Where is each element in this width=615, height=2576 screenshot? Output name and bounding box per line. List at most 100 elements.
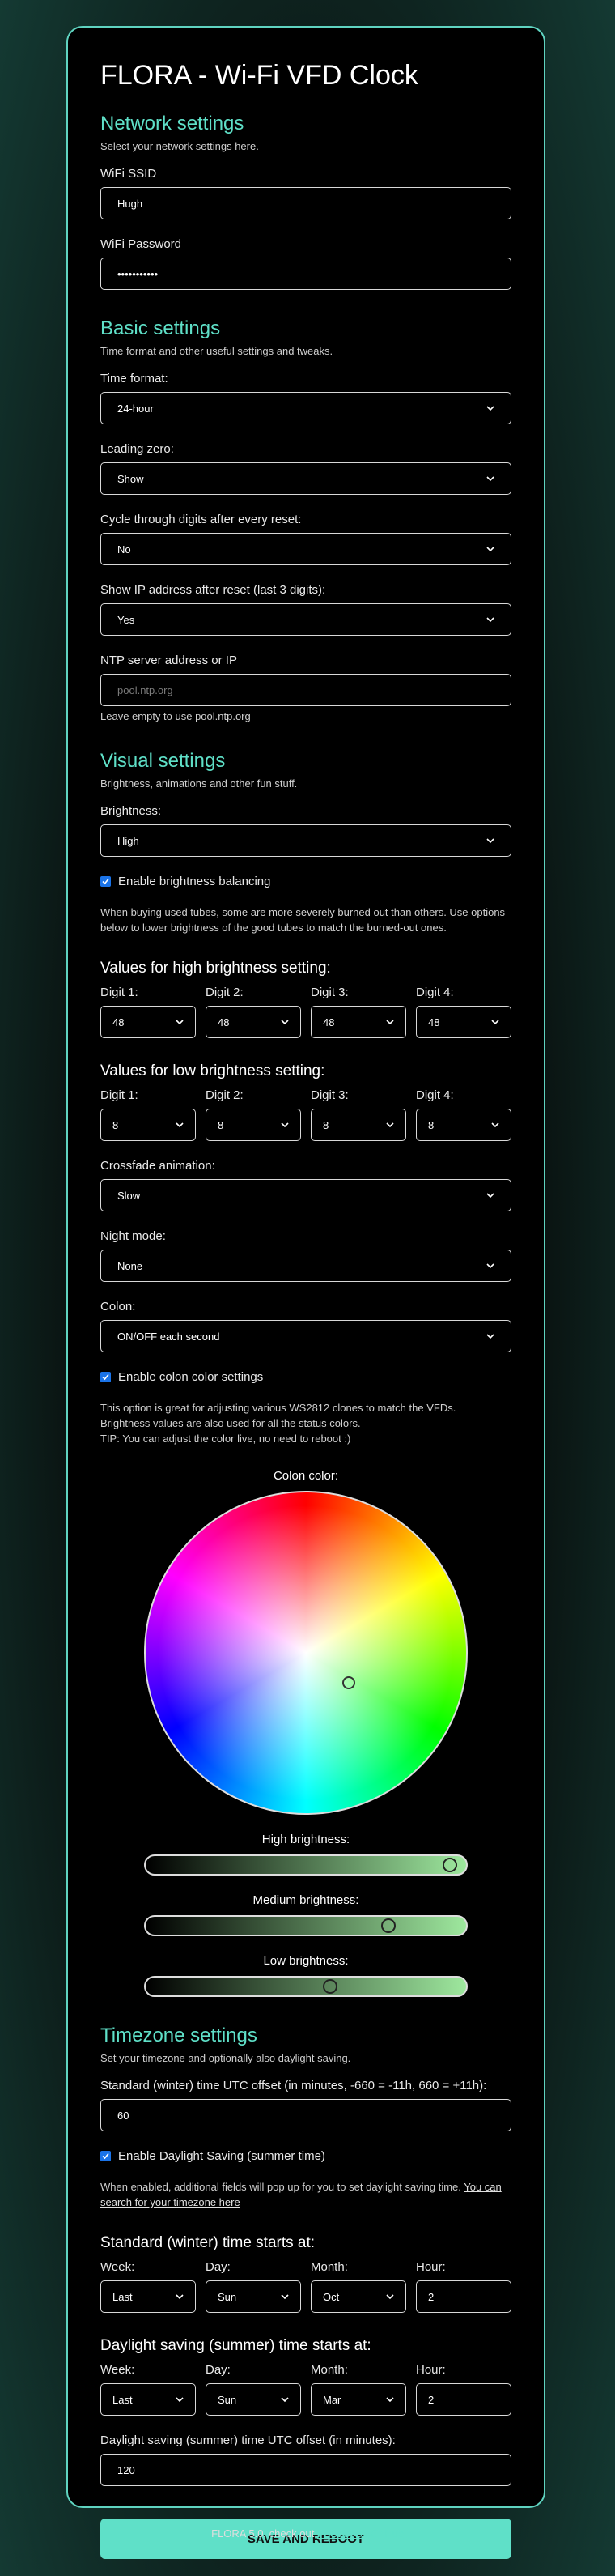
chevron-down-icon <box>491 1122 499 1128</box>
month-label: Month: <box>311 2260 348 2274</box>
medium-brightness-knob[interactable] <box>381 1918 397 1933</box>
password-input[interactable]: ••••••••••• <box>100 258 511 290</box>
cycle-value: No <box>117 543 131 556</box>
colon-desc-line: This option is great for adjusting vario… <box>100 1402 456 1414</box>
low-digit-1-select[interactable]: 8 <box>100 1109 196 1141</box>
day-label: Day: <box>206 2363 231 2377</box>
visual-section: Visual settings Brightness, animations a… <box>100 750 511 1997</box>
dst-day-value: Sun <box>218 2393 237 2406</box>
low-brightness-slider[interactable] <box>144 1976 468 1997</box>
visual-desc: Brightness, animations and other fun stu… <box>100 777 298 790</box>
high-brightness-knob[interactable] <box>442 1858 457 1872</box>
chevron-down-icon <box>386 2397 394 2403</box>
std-month-value: Oct <box>323 2290 340 2303</box>
chevron-down-icon <box>486 1334 494 1339</box>
dst-desc-text: When enabled, additional fields will pop… <box>100 2181 464 2193</box>
low-digit-2-select[interactable]: 8 <box>206 1109 301 1141</box>
timezone-section: Timezone settings Set your timezone and … <box>100 2025 511 2486</box>
colon-color-picker: Colon color: High brightness: Medium bri… <box>100 1469 511 1997</box>
github-link-rest: on GitHub <box>353 2527 404 2540</box>
low-digit-4-select[interactable]: 8 <box>416 1109 511 1141</box>
chevron-down-icon <box>386 2294 394 2300</box>
digit-label: Digit 2: <box>206 1088 244 1102</box>
high-digit-4-select[interactable]: 48 <box>416 1006 511 1038</box>
dst-desc: When enabled, additional fields will pop… <box>100 2179 511 2210</box>
page-title: FLORA - Wi-Fi VFD Clock <box>100 60 418 91</box>
high-values-heading: Values for high brightness setting: <box>100 960 331 977</box>
visual-heading: Visual settings <box>100 750 226 772</box>
night-mode-value: None <box>117 1259 143 1272</box>
utc-offset-value: 60 <box>117 2109 129 2122</box>
week-label: Week: <box>100 2363 135 2377</box>
colon-label: Colon: <box>100 1300 136 1314</box>
high-brightness-slider[interactable] <box>144 1854 468 1876</box>
leading-zero-select[interactable]: Show <box>100 462 511 495</box>
std-month-select[interactable]: Oct <box>311 2280 406 2313</box>
basic-desc: Time format and other useful settings an… <box>100 345 333 357</box>
month-label: Month: <box>311 2363 348 2377</box>
std-row: Week: Last Day: Sun Month: Oct Hour: 2 <box>100 2260 511 2313</box>
dst-month-value: Mar <box>323 2393 341 2406</box>
high-digit-1-select[interactable]: 48 <box>100 1006 196 1038</box>
brightness-select[interactable]: High <box>100 824 511 857</box>
ntp-hint: Leave empty to use pool.ntp.org <box>100 710 251 722</box>
chevron-down-icon <box>491 1020 499 1025</box>
crossfade-select[interactable]: Slow <box>100 1179 511 1211</box>
color-wheel[interactable] <box>144 1491 468 1815</box>
high-digit-2-select[interactable]: 48 <box>206 1006 301 1038</box>
chevron-down-icon <box>386 1122 394 1128</box>
password-label: WiFi Password <box>100 237 182 251</box>
check-icon <box>100 2151 111 2161</box>
dst-hour-input[interactable]: 2 <box>416 2383 511 2416</box>
dst-checkbox[interactable]: Enable Daylight Saving (summer time) <box>100 2149 511 2163</box>
medium-brightness-slider[interactable] <box>144 1915 468 1936</box>
high-digit-3-select[interactable]: 48 <box>311 1006 406 1038</box>
dst-day-select[interactable]: Sun <box>206 2383 301 2416</box>
network-section: Network settings Select your network set… <box>100 113 511 290</box>
balance-checkbox[interactable]: Enable brightness balancing <box>100 875 511 888</box>
time-format-select[interactable]: 24-hour <box>100 392 511 424</box>
dst-week-select[interactable]: Last <box>100 2383 196 2416</box>
github-link[interactable]: FLORA on GitHub <box>317 2527 404 2540</box>
medium-brightness-label: Medium brightness: <box>252 1893 359 1907</box>
night-mode-label: Night mode: <box>100 1229 166 1243</box>
std-week-select[interactable]: Last <box>100 2280 196 2313</box>
time-format-label: Time format: <box>100 372 168 385</box>
network-desc: Select your network settings here. <box>100 140 259 152</box>
dst-week-value: Last <box>112 2393 133 2406</box>
cycle-select[interactable]: No <box>100 533 511 565</box>
std-day-value: Sun <box>218 2290 237 2303</box>
dst-month-select[interactable]: Mar <box>311 2383 406 2416</box>
high-digit-1-value: 48 <box>112 1015 125 1028</box>
show-ip-select[interactable]: Yes <box>100 603 511 636</box>
crossfade-label: Crossfade animation: <box>100 1159 215 1173</box>
cycle-label: Cycle through digits after every reset: <box>100 513 302 526</box>
color-wheel-title: Colon color: <box>273 1469 339 1483</box>
ntp-input[interactable]: pool.ntp.org <box>100 674 511 706</box>
std-hour-input[interactable]: 2 <box>416 2280 511 2313</box>
std-day-select[interactable]: Sun <box>206 2280 301 2313</box>
chevron-down-icon <box>386 1020 394 1025</box>
digit-label: Digit 3: <box>311 1088 349 1102</box>
utc-offset-input[interactable]: 60 <box>100 2099 511 2131</box>
colon-check-label: Enable colon color settings <box>118 1370 264 1384</box>
chevron-down-icon <box>176 1020 184 1025</box>
settings-card: FLORA - Wi-Fi VFD Clock Network settings… <box>66 26 545 2559</box>
github-link-strong: FLORA <box>316 2527 354 2540</box>
night-mode-select[interactable]: None <box>100 1250 511 1282</box>
color-wheel-handle[interactable] <box>342 1676 355 1689</box>
colon-select[interactable]: ON/OFF each second <box>100 1320 511 1352</box>
low-digit-3-select[interactable]: 8 <box>311 1109 406 1141</box>
low-brightness-knob[interactable] <box>323 1979 338 1994</box>
high-values-row: Digit 1: 48 Digit 2: 48 Digit 3: 48 Digit 4… <box>100 986 511 1038</box>
chevron-down-icon <box>281 1122 289 1128</box>
leading-zero-value: Show <box>117 472 144 485</box>
dst-offset-input[interactable]: 120 <box>100 2454 511 2486</box>
ssid-label: WiFi SSID <box>100 167 157 181</box>
chevron-down-icon <box>176 2397 184 2403</box>
colon-desc-line: Brightness values are also used for all … <box>100 1417 361 1429</box>
ntp-label: NTP server address or IP <box>100 654 237 667</box>
chevron-down-icon <box>176 1122 184 1128</box>
colon-color-checkbox[interactable]: Enable colon color settings <box>100 1370 511 1384</box>
ssid-input[interactable]: Hugh <box>100 187 511 219</box>
